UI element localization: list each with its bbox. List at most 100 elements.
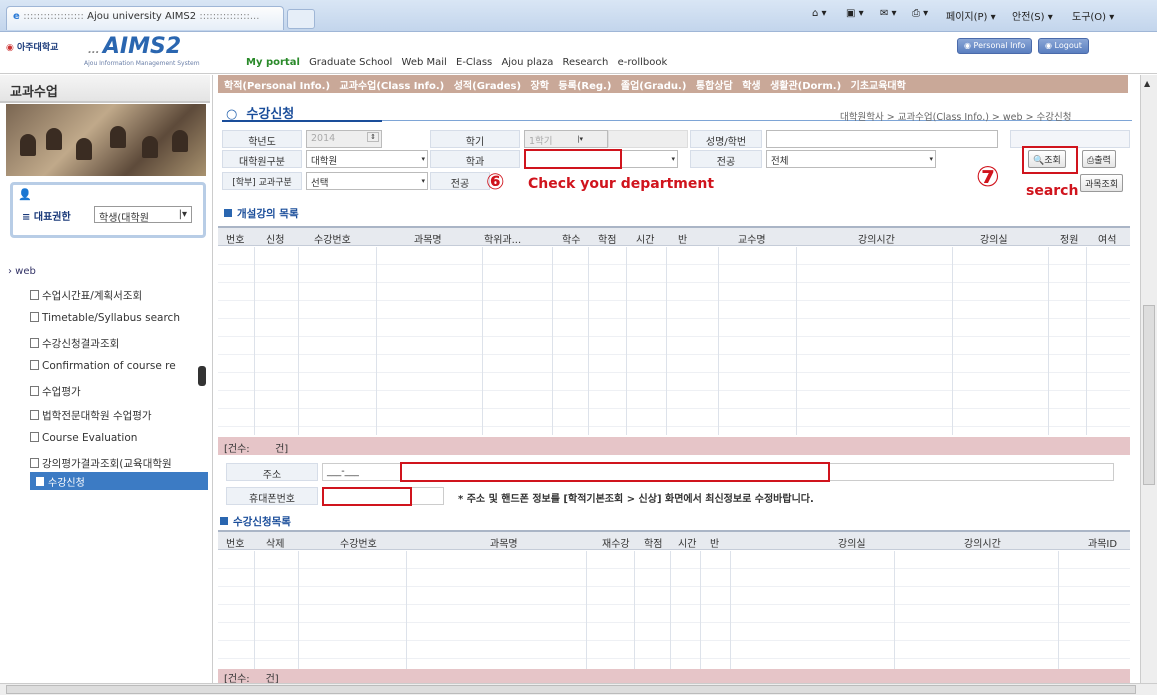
major2-label: 전공 [430,172,490,190]
year-label: 학년도 [222,130,302,148]
year-field[interactable]: 2014 ⇕ [306,130,382,148]
registered-courses-header: 번호 삭제 수강번호 과목명 재수강 학점 시간 반 강의실 강의시간 과목ID [218,530,1130,550]
course-type-select[interactable]: 선택 ▾ [306,172,428,190]
sidebar-item-confirmation-en[interactable]: Confirmation of course re [30,360,208,378]
tab-title: Ajou university AIMS2 [87,11,197,22]
step-6-label: Check your department [528,176,715,192]
menu-scholarship[interactable]: 장학 [531,81,549,92]
aims-logo: ... AIMS2 [88,34,182,59]
print-button[interactable]: ⎙출력 [1082,150,1116,168]
safety-menu[interactable]: 안전(S) ▾ [1012,8,1053,26]
phone-label: 휴대폰번호 [226,487,318,505]
sidebar-section-web[interactable]: › web [8,266,36,277]
top-nav: My portal Graduate School Web Mail E-Cla… [246,57,673,68]
sidebar-resize-handle[interactable] [198,366,206,386]
new-tab-button[interactable] [287,9,315,29]
user-icon: 👤 [18,188,32,201]
feeds-icon[interactable]: ▣ ▾ [846,8,864,26]
sidebar-item-evaluation-en[interactable]: Course Evaluation [30,432,208,450]
grad-type-select[interactable]: 대학원 ▾ [306,150,428,168]
mail-icon[interactable]: ✉ ▾ [880,8,897,26]
major-label: 전공 [690,150,762,168]
search-highlight [1022,146,1078,174]
registered-courses-title: 수강신청목록 [220,514,291,529]
step-6-marker: ⑥ [486,170,505,195]
major-select[interactable]: 전체 ▾ [766,150,936,168]
main-menu: 학적(Personal Info.) 교과수업(Class Info.) 성적(… [218,75,1128,93]
document-icon [30,410,39,420]
bullet-icon [220,517,228,525]
role-select[interactable]: 학생(대학원 |▾ [94,206,192,224]
address-notice: * 주소 및 핸드폰 정보를 [학적기본조회 > 신상] 화면에서 최신정보로 … [458,494,814,505]
sidebar-banner-image [6,104,206,176]
nav-webmail[interactable]: Web Mail [402,57,447,68]
aims-logo-subtitle: Ajou Information Management System [84,60,200,67]
nav-graduate[interactable]: Graduate School [309,57,392,68]
nav-erollbook[interactable]: e-rollbook [618,57,668,68]
nav-my-portal[interactable]: My portal [246,57,300,68]
address-label: 주소 [226,463,318,481]
course-search-button[interactable]: 과목조회 [1080,174,1124,192]
document-icon [30,432,39,442]
registered-courses-body[interactable] [218,551,1130,669]
horizontal-scrollbar[interactable] [0,683,1157,695]
vertical-scrollbar[interactable]: ▲ [1140,75,1157,683]
role-label: ≡ 대표권한 [22,212,71,223]
scroll-up-icon: ▲ [1144,79,1151,88]
sidebar-item-evaluation-kr[interactable]: 수업평가 [30,384,208,402]
bullet-icon [224,209,232,217]
sidebar-item-registration[interactable]: 수강신청 [30,472,208,490]
title-underline-accent [222,120,382,122]
document-icon [30,338,39,348]
sidebar-divider [212,75,213,683]
open-courses-header: 번호 신청 수강번호 과목명 학위과... 학수 학점 시간 반 교수명 강의시… [218,226,1130,246]
name-label: 성명/학번 [690,130,762,148]
department-highlight [524,149,622,169]
menu-personal-info[interactable]: 학적(Personal Info.) [224,81,330,92]
menu-dorm[interactable]: 생활관(Dorm.) [770,81,841,92]
sidebar-item-result-kr[interactable]: 수강신청결과조회 [30,336,208,354]
name-field[interactable] [766,130,998,148]
step-7-label: search [1026,183,1079,199]
open-courses-body[interactable] [218,247,1130,435]
dept-label: 학과 [430,150,520,168]
course-type-label: [학부] 교과구분 [222,172,302,190]
nav-ajou-plaza[interactable]: Ajou plaza [501,57,553,68]
document-icon [30,312,39,322]
grad-type-label: 대학원구분 [222,150,302,168]
scroll-thumb-horizontal [6,685,1136,694]
document-icon [36,477,44,486]
menu-basic-edu[interactable]: 기초교육대학 [851,81,906,92]
nav-eclass[interactable]: E-Class [456,57,492,68]
menu-graduation[interactable]: 졸업(Gradu.) [621,81,687,92]
menu-registration[interactable]: 등록(Reg.) [558,81,611,92]
page-menu[interactable]: 페이지(P) ▾ [946,8,996,26]
document-icon [30,386,39,396]
menu-counseling[interactable]: 통합상담 [696,81,733,92]
menu-student[interactable]: 학생 [742,81,760,92]
semester-label: 학기 [430,130,520,148]
scroll-thumb [1143,305,1155,485]
tools-menu[interactable]: 도구(O) ▾ [1072,8,1114,26]
menu-grades[interactable]: 성적(Grades) [454,81,521,92]
address-highlight [400,462,830,482]
personal-info-button[interactable]: ◉ Personal Info [957,38,1033,54]
document-icon [30,290,39,300]
ie-icon: e [13,11,24,22]
document-icon [30,360,39,370]
sidebar-item-law-evaluation[interactable]: 법학전문대학원 수업평가 [30,408,208,426]
document-icon [30,458,39,468]
logout-button[interactable]: ◉ Logout [1038,38,1089,54]
nav-research[interactable]: Research [563,57,609,68]
home-icon[interactable]: ⌂ ▾ [812,8,827,26]
ajou-logo: ◉ 아주대학교 [6,43,59,53]
sidebar-item-timetable-en[interactable]: Timetable/Syllabus search [30,312,208,330]
browser-tab[interactable]: e :::::::::::::::::: Ajou university AIM… [6,6,284,30]
phone-highlight [322,487,412,506]
registered-courses-count: [건수: 건] [218,669,1130,685]
semester-extra-field [608,130,688,148]
menu-class-info[interactable]: 교과수업(Class Info.) [340,81,445,92]
sidebar-item-timetable-kr[interactable]: 수업시간표/계획서조회 [30,288,208,306]
semester-select[interactable]: 1학기 |▾ [524,130,608,148]
print-icon[interactable]: ⎙ ▾ [912,8,928,26]
